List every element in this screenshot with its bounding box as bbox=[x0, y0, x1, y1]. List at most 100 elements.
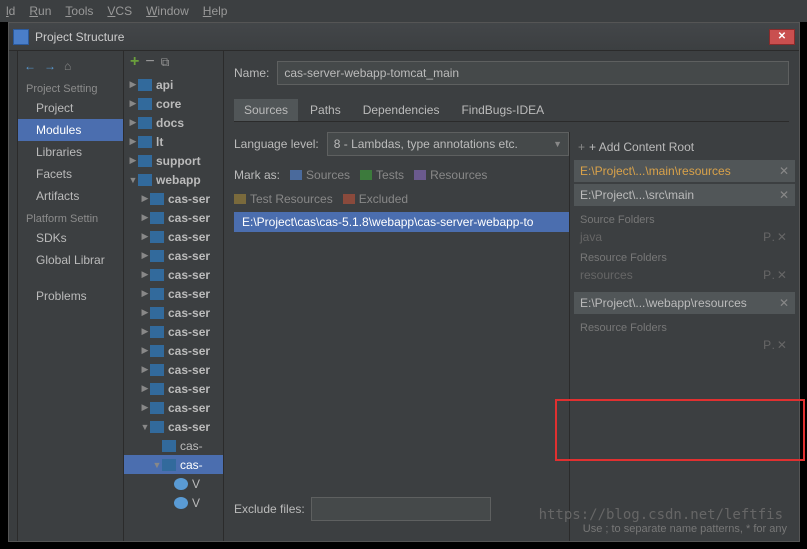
forward-icon[interactable]: → bbox=[44, 59, 56, 73]
expand-icon[interactable] bbox=[128, 79, 138, 90]
mark-as-label: Mark as: bbox=[234, 168, 280, 182]
tree-node[interactable]: V bbox=[124, 493, 223, 512]
folder-entry[interactable]: P.✕ bbox=[574, 336, 795, 354]
tree-label: cas- bbox=[180, 458, 203, 472]
menu-item[interactable]: Help bbox=[203, 4, 228, 18]
tree-node[interactable]: cas-ser bbox=[124, 227, 223, 246]
nav-problems[interactable]: Problems bbox=[18, 285, 123, 307]
tree-node[interactable]: cas-ser bbox=[124, 322, 223, 341]
tree-node[interactable]: cas-ser bbox=[124, 265, 223, 284]
mark-test-resources[interactable]: Test Resources bbox=[234, 192, 333, 206]
expand-icon[interactable] bbox=[140, 250, 150, 261]
nav-modules[interactable]: Modules bbox=[18, 119, 123, 141]
add-icon[interactable]: + bbox=[130, 53, 139, 71]
tree-node[interactable]: cas-ser bbox=[124, 208, 223, 227]
mark-tests[interactable]: Tests bbox=[360, 168, 404, 182]
tree-node[interactable]: support bbox=[124, 151, 223, 170]
remove-root-icon[interactable]: ✕ bbox=[779, 188, 789, 202]
module-name-input[interactable] bbox=[277, 61, 789, 85]
folder-group-header: Resource Folders bbox=[574, 246, 795, 266]
expand-icon[interactable] bbox=[140, 422, 150, 432]
folder-actions[interactable]: P.✕ bbox=[763, 338, 789, 352]
tree-node[interactable]: docs bbox=[124, 113, 223, 132]
tree-node[interactable]: lt bbox=[124, 132, 223, 151]
folder-actions[interactable]: P.✕ bbox=[763, 230, 789, 244]
tab-paths[interactable]: Paths bbox=[300, 99, 351, 121]
expand-icon[interactable] bbox=[128, 155, 138, 166]
nav-sdks[interactable]: SDKs bbox=[18, 227, 123, 249]
expand-icon[interactable] bbox=[140, 307, 150, 318]
expand-icon[interactable] bbox=[128, 98, 138, 109]
tree-node[interactable]: cas-ser bbox=[124, 246, 223, 265]
content-root-item[interactable]: E:\Project\...\src\main✕ bbox=[574, 184, 795, 206]
expand-icon[interactable] bbox=[140, 326, 150, 337]
tab-sources[interactable]: Sources bbox=[234, 99, 298, 121]
expand-icon[interactable] bbox=[140, 383, 150, 394]
language-level-combo[interactable]: 8 - Lambdas, type annotations etc.▼ bbox=[327, 132, 569, 156]
nav-facets[interactable]: Facets bbox=[18, 163, 123, 185]
tree-node[interactable]: cas-ser bbox=[124, 303, 223, 322]
nav-project[interactable]: Project bbox=[18, 97, 123, 119]
tree-label: V bbox=[192, 477, 200, 491]
tree-label: docs bbox=[156, 116, 184, 130]
module-tree[interactable]: apicoredocsltsupportwebappcas-sercas-ser… bbox=[124, 73, 223, 512]
tree-node[interactable]: cas- bbox=[124, 455, 223, 474]
expand-icon[interactable] bbox=[140, 364, 150, 375]
exclude-input[interactable] bbox=[311, 497, 491, 521]
tree-node[interactable]: webapp bbox=[124, 170, 223, 189]
expand-icon[interactable] bbox=[140, 288, 150, 299]
mark-resources[interactable]: Resources bbox=[414, 168, 487, 182]
tree-node[interactable]: cas-ser bbox=[124, 341, 223, 360]
content-root-path[interactable]: E:\Project\cas\cas-5.1.8\webapp\cas-serv… bbox=[234, 212, 569, 232]
expand-icon[interactable] bbox=[140, 269, 150, 280]
close-button[interactable]: ✕ bbox=[769, 29, 795, 45]
copy-icon[interactable]: ⧉ bbox=[161, 55, 170, 70]
menu-item[interactable]: ld bbox=[6, 4, 15, 18]
tree-node[interactable]: cas-ser bbox=[124, 360, 223, 379]
menu-item[interactable]: VCS bbox=[107, 4, 132, 18]
expand-icon[interactable] bbox=[128, 117, 138, 128]
remove-root-icon[interactable]: ✕ bbox=[779, 164, 789, 178]
content-root-item[interactable]: E:\Project\...\main\resources✕ bbox=[574, 160, 795, 182]
folder-group-header: Resource Folders bbox=[574, 316, 795, 336]
expand-icon[interactable] bbox=[140, 231, 150, 242]
menu-item[interactable]: Run bbox=[29, 4, 51, 18]
mark-excluded[interactable]: Excluded bbox=[343, 192, 408, 206]
expand-icon[interactable] bbox=[140, 212, 150, 223]
back-icon[interactable]: ← bbox=[24, 59, 36, 73]
expand-icon[interactable] bbox=[128, 175, 138, 185]
nav-libraries[interactable]: Libraries bbox=[18, 141, 123, 163]
tree-node[interactable]: V bbox=[124, 474, 223, 493]
tree-node[interactable]: cas-ser bbox=[124, 189, 223, 208]
tree-node[interactable]: core bbox=[124, 94, 223, 113]
nav-artifacts[interactable]: Artifacts bbox=[18, 185, 123, 207]
menu-item[interactable]: Tools bbox=[65, 4, 93, 18]
tree-node[interactable]: cas-ser bbox=[124, 417, 223, 436]
remove-icon[interactable]: − bbox=[145, 53, 154, 71]
expand-icon[interactable] bbox=[140, 402, 150, 413]
tab-findbugs[interactable]: FindBugs-IDEA bbox=[451, 99, 554, 121]
tree-node[interactable]: cas- bbox=[124, 436, 223, 455]
tree-node[interactable]: api bbox=[124, 75, 223, 94]
expand-icon[interactable] bbox=[152, 460, 162, 470]
expand-icon[interactable] bbox=[140, 345, 150, 356]
nav-global-libs[interactable]: Global Librar bbox=[18, 249, 123, 271]
folder-actions[interactable]: P.✕ bbox=[763, 268, 789, 282]
source-tree[interactable]: E:\Project\cas\cas-5.1.8\webapp\cas-serv… bbox=[234, 212, 569, 541]
expand-icon[interactable] bbox=[128, 136, 138, 147]
tree-node[interactable]: cas-ser bbox=[124, 284, 223, 303]
remove-root-icon[interactable]: ✕ bbox=[779, 296, 789, 310]
name-label: Name: bbox=[234, 66, 269, 80]
menu-item[interactable]: Window bbox=[146, 4, 189, 18]
tree-node[interactable]: cas-ser bbox=[124, 398, 223, 417]
add-content-root[interactable]: ++ Add Content Root bbox=[574, 138, 795, 160]
content-root-item[interactable]: E:\Project\...\webapp\resources✕ bbox=[574, 292, 795, 314]
folder-icon bbox=[150, 402, 164, 414]
folder-entry[interactable]: javaP.✕ bbox=[574, 228, 795, 246]
folder-entry[interactable]: resourcesP.✕ bbox=[574, 266, 795, 284]
expand-icon[interactable] bbox=[140, 193, 150, 204]
tab-dependencies[interactable]: Dependencies bbox=[353, 99, 450, 121]
tree-node[interactable]: cas-ser bbox=[124, 379, 223, 398]
home-icon[interactable]: ⌂ bbox=[64, 59, 71, 73]
mark-sources[interactable]: Sources bbox=[290, 168, 350, 182]
